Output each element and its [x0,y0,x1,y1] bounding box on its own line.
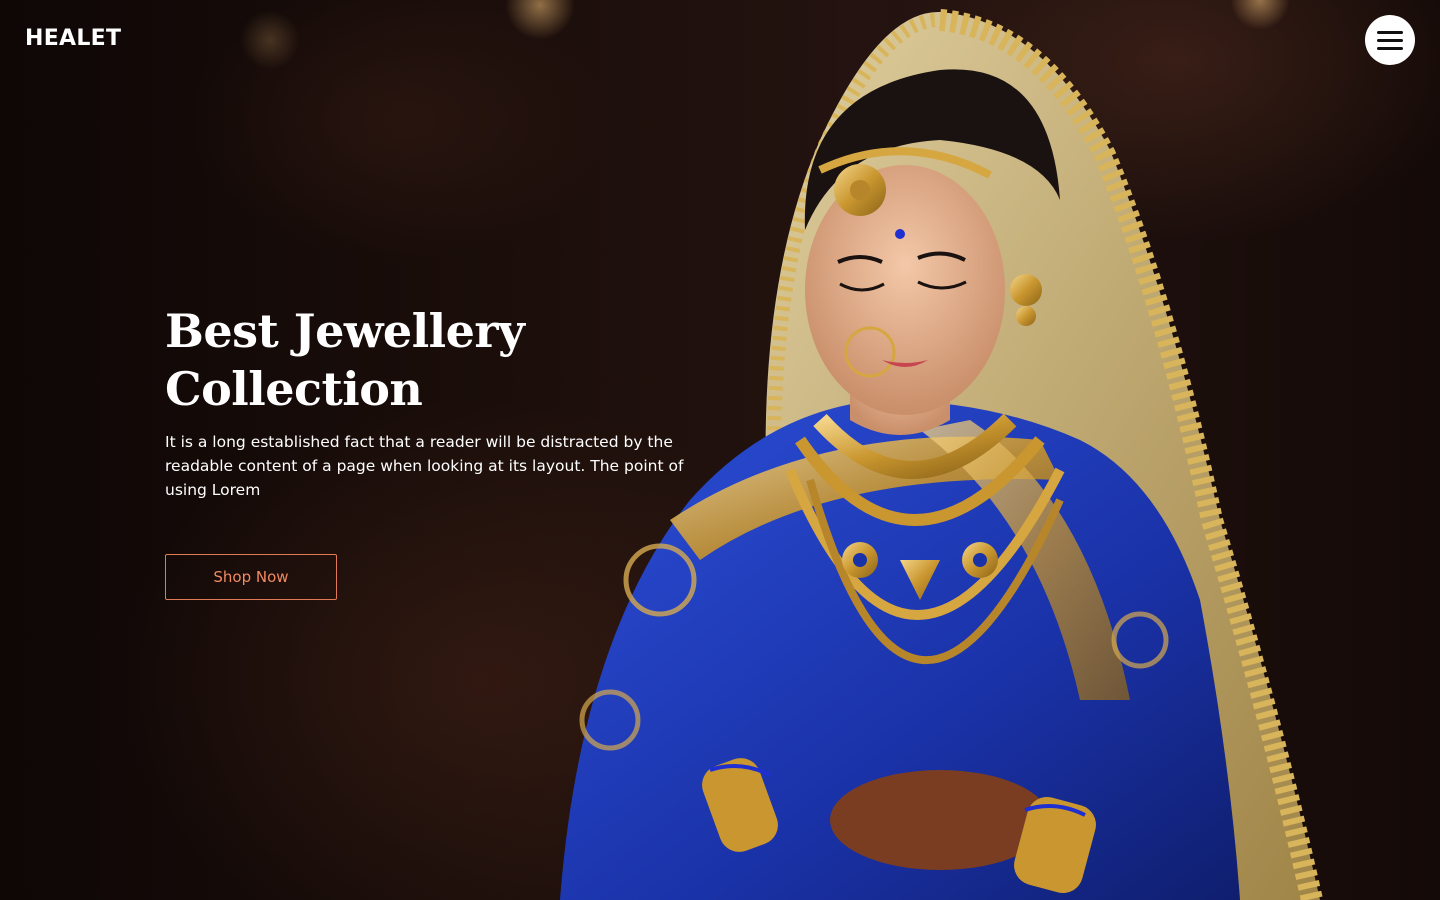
hero-title-line-1: Best Jewellery [165,304,525,358]
background-bokeh-light [240,10,300,70]
hero-title: Best Jewellery Collection [165,302,685,418]
hero-section: HEALET Best Jewellery Collection It is a… [0,0,1440,900]
menu-bar-line [1377,30,1403,34]
hero-title-line-2: Collection [165,362,423,416]
hamburger-menu-icon[interactable] [1365,15,1415,65]
shop-now-button[interactable]: Shop Now [165,554,337,600]
hero-description: It is a long established fact that a rea… [165,433,684,499]
brand-logo[interactable]: HEALET [25,26,121,51]
menu-bar-line [1377,46,1403,50]
menu-bar-line [1377,38,1403,42]
